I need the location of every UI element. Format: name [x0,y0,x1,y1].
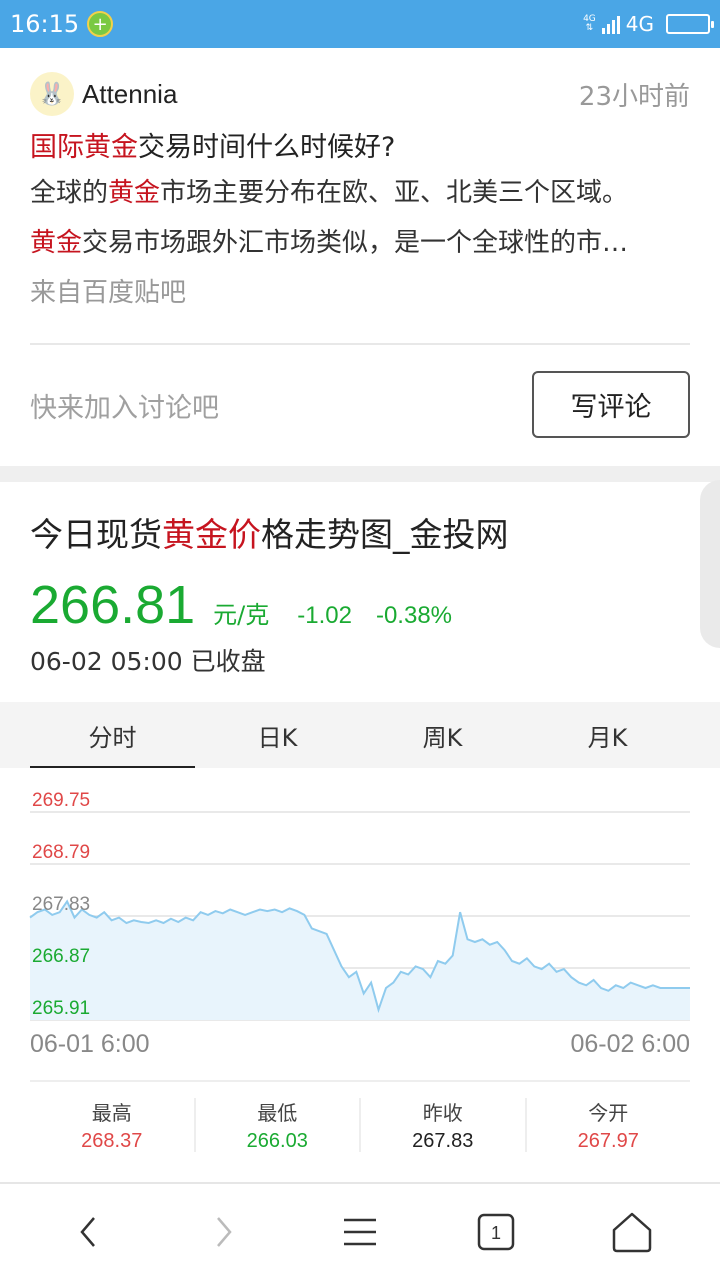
x-axis: 06-01 6:00 06-02 6:00 [30,1030,690,1059]
price-change-percent: -0.38% [375,602,453,629]
snippet-text: 市场主要分布在欧、亚、北美三个区域。 [160,178,629,208]
menu-icon [344,1218,376,1246]
stat-value: 267.83 [412,1130,474,1152]
forward-icon [217,1217,232,1247]
section-separator [0,466,720,482]
y-tick-label: 269.75 [32,790,90,811]
home-icon [612,1212,652,1253]
post-title-text: 交易时间什么时候好? [138,132,396,163]
card-title-text: 今日现货 [30,515,162,554]
forum-post[interactable]: 🐰 Attennia 23小时前 国际黄金交易时间什么时候好? 全球的黄金市场主… [30,66,690,318]
y-tick-label: 267.83 [32,894,90,915]
post-title[interactable]: 国际黄金交易时间什么时候好? [30,128,690,168]
snippet-text: 交易市场跟外汇市场类似，是一个全球性的市… [82,228,629,258]
price-row: 266.81 元/克 -1.02 -0.38% [30,574,452,636]
status-bar: 16:15 + 4G ⇅ 4G [0,0,720,48]
tab-monthly-k[interactable]: 月K [525,702,690,768]
card-title-text: 格走势图_金投网 [261,515,509,554]
x-axis-start: 06-01 6:00 [30,1030,150,1058]
side-drawer-handle[interactable] [700,480,720,648]
username[interactable]: Attennia [82,79,177,110]
app-notification-icon: + [87,11,114,37]
battery-icon [666,14,714,34]
stat-low: 最低 266.03 [196,1098,361,1152]
comment-prompt[interactable]: 快来加入讨论吧 [30,386,219,425]
tab-daily-k[interactable]: 日K [195,702,360,768]
stat-label: 今开 [588,1101,629,1125]
stat-label: 昨收 [422,1101,463,1125]
status-time: 16:15 [10,10,80,38]
tabs-count-icon: 1 [477,1213,515,1251]
current-price: 266.81 [30,575,196,635]
stat-high: 最高 268.37 [30,1098,196,1152]
y-tick-label: 268.79 [32,842,90,863]
tab-intraday[interactable]: 分时 [30,702,195,768]
stat-label: 最高 [91,1101,132,1125]
forward-button[interactable] [184,1192,264,1272]
menu-button[interactable] [320,1192,400,1272]
y-tick-label: 265.91 [32,998,90,1019]
home-button[interactable] [592,1192,672,1272]
card-title-highlight: 黄金价 [162,515,261,554]
post-header: 🐰 Attennia 23小时前 [30,66,690,122]
price-stats: 最高 268.37 最低 266.03 昨收 267.83 今开 267.97 [30,1080,690,1160]
price-chart[interactable]: 269.75 268.79 267.83 266.87 265.91 [0,768,720,1068]
snippet-text: 全球的 [30,178,109,208]
stat-value: 267.97 [577,1130,639,1152]
stat-label: 最低 [257,1101,298,1125]
divider [30,343,690,345]
card-title[interactable]: 今日现货黄金价格走势图_金投网 [30,508,509,556]
post-snippet-line-2: 黄金交易市场跟外汇市场类似，是一个全球性的市… [30,218,690,268]
x-axis-end: 06-02 6:00 [570,1030,690,1058]
svg-text:1: 1 [491,1223,501,1243]
tabs-button[interactable]: 1 [456,1192,536,1272]
back-icon [80,1217,95,1247]
post-title-highlight: 国际黄金 [30,132,138,163]
network-type: 4G [625,12,654,36]
y-tick-label: 266.87 [32,946,90,967]
snippet-highlight: 黄金 [30,228,83,258]
stat-open: 今开 267.97 [527,1098,691,1152]
price-change: -1.02 [297,602,352,629]
price-date-status: 06-02 05:00 已收盘 [30,647,266,676]
write-comment-button[interactable]: 写评论 [532,371,690,438]
browser-nav-bar: 1 [0,1182,720,1280]
post-source: 来自百度贴吧 [30,278,187,308]
post-snippet-line-1: 全球的黄金市场主要分布在欧、亚、北美三个区域。 [30,168,690,218]
avatar[interactable]: 🐰 [30,72,74,116]
price-chart-svg: 269.75 268.79 267.83 266.87 265.91 [29,790,690,1021]
post-time: 23小时前 [578,81,690,112]
snippet-highlight: 黄金 [108,178,161,208]
tab-weekly-k[interactable]: 周K [360,702,525,768]
price-unit: 元/克 [213,601,270,629]
status-indicators: 4G ⇅ 4G [583,12,714,36]
signal-icon [601,14,620,34]
chart-tabs: 分时 日K 周K 月K [0,702,720,768]
back-button[interactable] [48,1192,128,1272]
lte-small-icon: 4G ⇅ [583,14,596,33]
stat-value: 266.03 [246,1130,308,1152]
stat-prev-close: 昨收 267.83 [361,1098,527,1152]
stat-value: 268.37 [81,1130,143,1152]
